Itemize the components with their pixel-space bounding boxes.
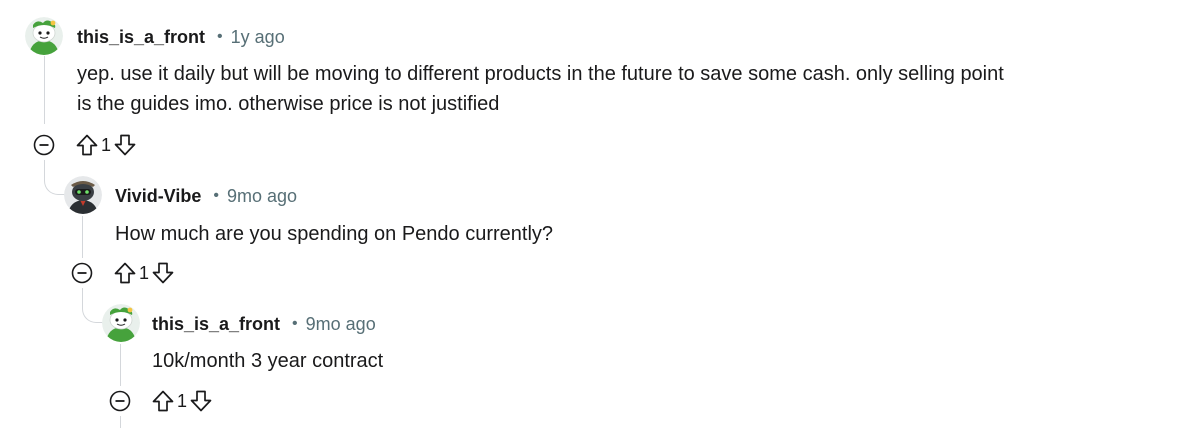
upvote-button[interactable]	[150, 388, 176, 414]
timestamp[interactable]: 1y ago	[231, 27, 285, 48]
thread-line-level-2	[82, 216, 83, 258]
collapse-button[interactable]	[71, 262, 93, 284]
comment-body: yep. use it daily but will be moving to …	[77, 59, 1177, 119]
timestamp[interactable]: 9mo ago	[227, 186, 297, 207]
snoo-avatar-green-icon	[25, 17, 63, 55]
comment-body: How much are you spending on Pendo curre…	[115, 219, 1175, 249]
downvote-arrow-icon	[190, 390, 212, 412]
comment-actions: 1	[33, 131, 138, 159]
comment-body-line: yep. use it daily but will be moving to …	[77, 63, 1004, 85]
thread-line-level-3-lower	[120, 416, 121, 428]
thread-line-level-3	[120, 344, 121, 386]
upvote-arrow-icon	[114, 262, 136, 284]
comment-actions: 1	[109, 387, 214, 415]
meta-separator: •	[213, 187, 219, 204]
upvote-arrow-icon	[76, 134, 98, 156]
meta-separator: •	[217, 28, 223, 45]
upvote-button[interactable]	[112, 260, 138, 286]
thread-curve-to-reply-1	[44, 174, 65, 195]
avatar[interactable]	[25, 17, 63, 55]
comment-body: 10k/month 3 year contract	[152, 346, 1172, 376]
author-name[interactable]: this_is_a_front	[152, 314, 280, 335]
downvote-button[interactable]	[150, 260, 176, 286]
thread-curve-to-reply-2	[82, 302, 103, 323]
upvote-arrow-icon	[152, 390, 174, 412]
vote-score: 1	[101, 134, 112, 155]
snoo-avatar-green-icon	[102, 304, 140, 342]
comment-actions: 1	[71, 259, 176, 287]
comment-body-line: How much are you spending on Pendo curre…	[115, 223, 554, 245]
downvote-arrow-icon	[114, 134, 136, 156]
vote-score: 1	[139, 262, 150, 283]
comment-body-line: is the guides imo. otherwise price is no…	[77, 93, 500, 115]
collapse-minus-icon	[109, 390, 131, 412]
comment-meta: this_is_a_front • 9mo ago	[152, 312, 376, 336]
avatar[interactable]	[64, 176, 102, 214]
upvote-button[interactable]	[74, 132, 100, 158]
timestamp[interactable]: 9mo ago	[306, 314, 376, 335]
author-name[interactable]: Vivid-Vibe	[115, 186, 201, 207]
comment-body-line: 10k/month 3 year contract	[152, 350, 384, 372]
author-name[interactable]: this_is_a_front	[77, 27, 205, 48]
comment-meta: this_is_a_front • 1y ago	[77, 25, 285, 49]
downvote-button[interactable]	[188, 388, 214, 414]
thread-line-level-1	[44, 56, 45, 124]
snoo-avatar-dark-icon	[64, 176, 102, 214]
collapse-minus-icon	[71, 262, 93, 284]
vote-score: 1	[177, 390, 188, 411]
collapse-button[interactable]	[109, 390, 131, 412]
comment-meta: Vivid-Vibe • 9mo ago	[115, 184, 297, 208]
meta-separator: •	[292, 315, 298, 332]
avatar[interactable]	[102, 304, 140, 342]
collapse-button[interactable]	[33, 134, 55, 156]
collapse-minus-icon	[33, 134, 55, 156]
downvote-arrow-icon	[152, 262, 174, 284]
downvote-button[interactable]	[112, 132, 138, 158]
